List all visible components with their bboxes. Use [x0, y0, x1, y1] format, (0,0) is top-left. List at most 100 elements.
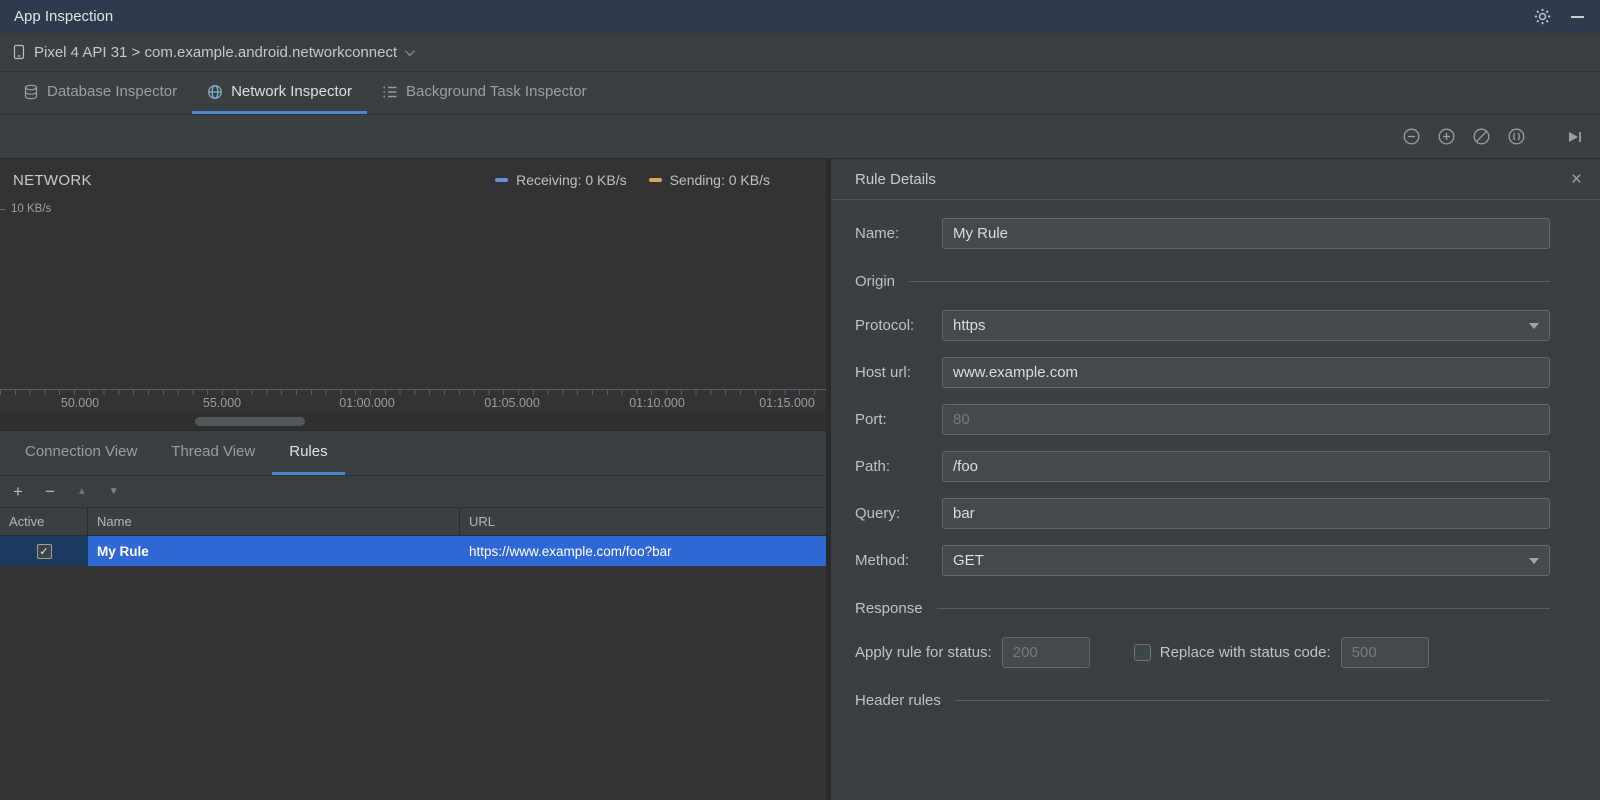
replace-status-field[interactable] — [1340, 637, 1429, 668]
rule-url-cell: https://www.example.com/foo?bar — [469, 543, 672, 559]
chart-header: NETWORK Receiving: 0 KB/s Sending: 0 KB/… — [0, 159, 826, 189]
task-list-icon — [382, 84, 398, 100]
rules-table-header: Active Name URL — [0, 508, 826, 536]
protocol-row: Protocol: https — [855, 310, 1550, 341]
chart-legend: Receiving: 0 KB/s Sending: 0 KB/s — [495, 172, 770, 188]
tick-label: 55.000 — [202, 396, 242, 410]
protocol-label: Protocol: — [855, 317, 915, 334]
response-section-header: Response — [855, 600, 1550, 617]
device-process-selector[interactable]: Pixel 4 API 31 > com.example.android.net… — [0, 33, 1600, 72]
tab-label: Background Task Inspector — [405, 83, 587, 100]
status-code-row: Apply rule for status: Replace with stat… — [855, 637, 1550, 668]
rules-table-empty-area — [0, 566, 826, 800]
add-rule-icon[interactable]: + — [13, 483, 23, 500]
rules-toolbar: + − ▲ ▼ — [0, 475, 826, 508]
host-label: Host url: — [855, 364, 911, 381]
section-divider — [936, 608, 1550, 609]
database-icon — [23, 84, 39, 100]
header-rules-section-header: Header rules — [855, 692, 1550, 709]
tick-label: 01:05.000 — [484, 396, 540, 410]
port-field[interactable] — [942, 404, 1550, 435]
rule-name-cell: My Rule — [97, 543, 149, 559]
port-label: Port: — [855, 411, 887, 428]
column-header-active[interactable]: Active — [0, 508, 88, 535]
minimize-icon[interactable] — [1571, 15, 1584, 18]
timeline-scrollbar — [0, 414, 826, 430]
rule-details-title: Rule Details — [855, 170, 936, 188]
query-row: Query: — [855, 498, 1550, 529]
legend-sending-label: Sending: 0 KB/s — [669, 172, 770, 188]
column-header-url[interactable]: URL — [460, 508, 826, 535]
network-panel: NETWORK Receiving: 0 KB/s Sending: 0 KB/… — [0, 159, 831, 800]
zoom-out-icon[interactable] — [1402, 127, 1421, 146]
name-label: Name: — [855, 225, 900, 242]
rule-details-form: Name: Origin Protocol: https Host url: — [831, 200, 1600, 729]
reset-zoom-icon[interactable] — [1472, 127, 1491, 146]
timeline-scrollbar-thumb[interactable] — [195, 417, 305, 426]
section-divider — [954, 700, 1550, 701]
tick-label: 01:00.000 — [339, 396, 395, 410]
rule-active-checkbox[interactable]: ✓ — [36, 543, 52, 559]
apply-status-label: Apply rule for status: — [855, 644, 992, 661]
replace-status-label: Replace with status code: — [1159, 644, 1331, 661]
view-tab-label: Connection View — [25, 443, 138, 460]
method-label: Method: — [855, 552, 910, 569]
view-tab-bar: Connection View Thread View Rules — [0, 430, 826, 475]
network-chart-title: NETWORK — [13, 172, 92, 189]
method-value: GET — [953, 552, 984, 569]
rule-active-cell: ✓ — [0, 536, 88, 566]
port-row: Port: — [855, 404, 1550, 435]
tick-label: 01:15.000 — [759, 396, 815, 410]
tab-thread-view[interactable]: Thread View — [154, 431, 272, 475]
tab-connection-view[interactable]: Connection View — [8, 431, 154, 475]
host-field[interactable] — [942, 357, 1550, 388]
origin-section-header: Origin — [855, 273, 1550, 290]
column-header-name[interactable]: Name — [88, 508, 460, 535]
zoom-to-selection-icon[interactable] — [1507, 127, 1526, 146]
tab-rules[interactable]: Rules — [272, 431, 345, 475]
host-row: Host url: — [855, 357, 1550, 388]
apply-status-field[interactable] — [1001, 637, 1090, 668]
query-field[interactable] — [942, 498, 1550, 529]
remove-rule-icon[interactable]: − — [45, 483, 55, 500]
tab-label: Network Inspector — [231, 83, 352, 100]
network-timeline-chart[interactable]: NETWORK Receiving: 0 KB/s Sending: 0 KB/… — [0, 159, 826, 389]
header-rules-section-title: Header rules — [855, 692, 941, 709]
table-row[interactable]: ✓ My Rule https://www.example.com/foo?ba… — [0, 536, 826, 566]
move-rule-up-icon[interactable]: ▲ — [77, 486, 87, 497]
jump-to-live-icon[interactable] — [1566, 128, 1584, 146]
tab-database-inspector[interactable]: Database Inspector — [8, 72, 192, 114]
globe-icon — [207, 84, 223, 100]
titlebar-actions — [1534, 8, 1584, 25]
response-section-title: Response — [855, 600, 923, 617]
name-field[interactable] — [942, 218, 1550, 249]
replace-status-checkbox[interactable] — [1133, 644, 1151, 661]
close-icon[interactable]: × — [1571, 170, 1582, 189]
chevron-down-icon — [405, 45, 415, 56]
path-row: Path: — [855, 451, 1550, 482]
path-field[interactable] — [942, 451, 1550, 482]
method-dropdown[interactable]: GET — [942, 545, 1550, 576]
sending-swatch-icon — [648, 178, 662, 182]
gear-icon[interactable] — [1534, 8, 1551, 25]
device-phone-icon — [12, 44, 26, 60]
view-tab-label: Rules — [289, 443, 328, 460]
zoom-in-icon[interactable] — [1437, 127, 1456, 146]
tab-background-task-inspector[interactable]: Background Task Inspector — [367, 72, 602, 114]
receiving-swatch-icon — [495, 178, 509, 182]
move-rule-down-icon[interactable]: ▼ — [109, 486, 119, 497]
legend-sending: Sending: 0 KB/s — [648, 172, 770, 188]
section-divider — [909, 281, 1550, 282]
tab-network-inspector[interactable]: Network Inspector — [192, 72, 367, 114]
view-tab-label: Thread View — [171, 443, 256, 460]
device-process-label: Pixel 4 API 31 > com.example.android.net… — [34, 43, 398, 61]
window-title: App Inspection — [14, 8, 114, 25]
dropdown-arrow-icon — [1529, 322, 1539, 329]
origin-section-title: Origin — [855, 273, 896, 290]
app-inspection-window: App Inspection Pixel 4 API 31 > com.exam… — [0, 0, 1600, 800]
time-axis: 50.000 55.000 01:00.000 01:05.000 01:10.… — [0, 389, 826, 414]
method-row: Method: GET — [855, 545, 1550, 576]
y-axis-label: 10 KB/s — [0, 203, 52, 215]
protocol-dropdown[interactable]: https — [942, 310, 1550, 341]
axis-tick-labels: 50.000 55.000 01:00.000 01:05.000 01:10.… — [0, 395, 826, 413]
